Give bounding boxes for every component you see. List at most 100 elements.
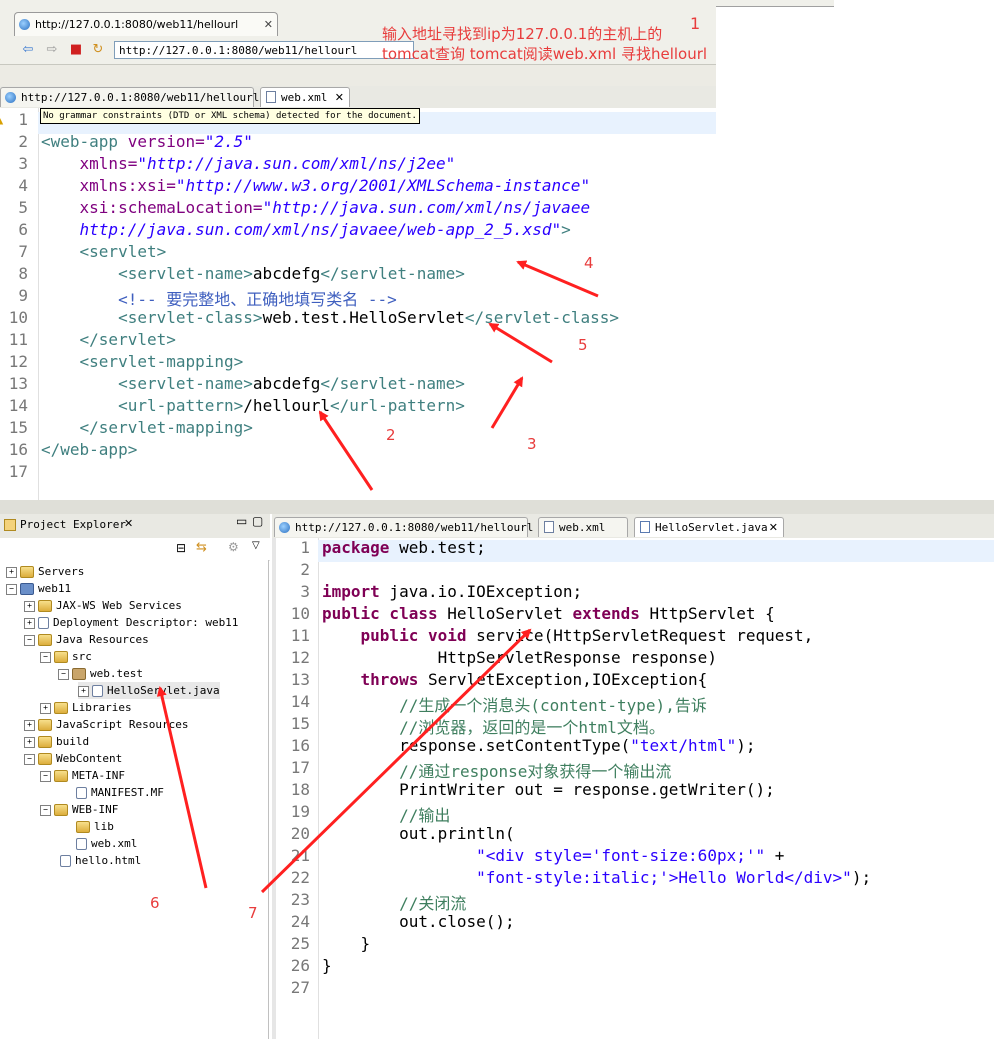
line-number: 7 <box>18 242 28 261</box>
close-icon[interactable]: ✕ <box>124 517 133 530</box>
tree-item[interactable]: + build <box>24 733 89 750</box>
expand-icon[interactable]: + <box>40 702 51 714</box>
editor-tab-web-xml[interactable]: web.xml <box>538 517 628 537</box>
code-token: import <box>322 582 380 601</box>
tree-item[interactable]: − WEB-INF <box>40 801 118 818</box>
collapse-icon[interactable]: − <box>40 770 51 782</box>
stop-icon[interactable]: ■ <box>68 42 84 58</box>
collapse-icon[interactable]: − <box>24 634 35 646</box>
tooltip: No grammar constraints (DTD or XML schem… <box>40 108 420 124</box>
expand-icon[interactable]: + <box>24 719 35 731</box>
line-number: 21 <box>290 846 310 865</box>
line-number: 14 <box>290 692 310 711</box>
line-number: 16 <box>290 736 310 755</box>
line-number: 3 <box>300 582 310 601</box>
line-number: 9 <box>18 286 28 305</box>
collapse-icon[interactable]: − <box>40 804 51 816</box>
code-token: "text/html" <box>630 736 737 755</box>
collapse-icon[interactable]: − <box>40 651 51 663</box>
code-line: http://java.sun.com/xml/ns/javaee/web-ap… <box>41 220 571 239</box>
editor-tab-browser[interactable]: http://127.0.0.1:8080/web11/hellourl <box>274 517 533 537</box>
folder-icon <box>38 736 52 748</box>
line-number: 13 <box>290 670 310 689</box>
line-number: 16 <box>8 440 28 459</box>
tree-item[interactable]: MANIFEST.MF <box>62 784 164 801</box>
code-token: <servlet-name> <box>41 374 253 393</box>
minimize-icon[interactable]: ▭ <box>236 514 247 528</box>
code-line: <servlet-name>abcdefg</servlet-name> <box>41 374 465 393</box>
tree-item[interactable]: − web11 <box>6 580 71 597</box>
folder-icon <box>76 821 90 833</box>
collapse-icon[interactable]: − <box>24 753 35 765</box>
tree-item[interactable]: + Libraries <box>40 699 132 716</box>
tree-item[interactable]: + Servers <box>6 563 84 580</box>
expand-icon[interactable]: + <box>24 736 35 748</box>
line-number: 27 <box>290 978 310 997</box>
code-token: <servlet-name> <box>41 264 253 283</box>
code-line: </servlet-mapping> <box>41 418 253 437</box>
editor-tab-web-xml[interactable]: web.xml ✕ <box>260 87 350 107</box>
address-input[interactable]: http://127.0.0.1:8080/web11/hellourl <box>114 41 414 59</box>
code-token: } <box>322 934 371 953</box>
tree-item-label: build <box>56 735 90 748</box>
code-line: xsi:schemaLocation="http://java.sun.com/… <box>41 198 591 217</box>
code-token: "<div style='font-size:60px;'" <box>476 846 766 865</box>
code-token: <!-- 要完整地、正确地填写类名 --> <box>41 290 397 309</box>
back-icon[interactable]: ⇦ <box>20 42 36 58</box>
expand-icon[interactable]: + <box>6 566 17 578</box>
tree-item[interactable]: − web.test <box>58 665 143 682</box>
filter-icon[interactable]: ⚙ <box>228 540 239 554</box>
tree-item[interactable]: − Java Resources <box>24 631 149 648</box>
tree-item-label: web.xml <box>91 837 138 850</box>
line-number: 13 <box>8 374 28 393</box>
close-icon[interactable]: ✕ <box>769 518 778 538</box>
code-line: <servlet-class>web.test.HelloServlet</se… <box>41 308 619 327</box>
code-token: </servlet-mapping> <box>41 418 253 437</box>
tree-item[interactable]: + JAX-WS Web Services <box>24 597 182 614</box>
code-line: public class HelloServlet extends HttpSe… <box>322 604 775 623</box>
code-token: abcdefg <box>252 374 321 393</box>
code-token: HttpServlet { <box>639 604 775 623</box>
expand-icon[interactable]: + <box>78 685 89 697</box>
code-line: <servlet> <box>41 242 167 261</box>
tree-item[interactable]: + JavaScript Resources <box>24 716 188 733</box>
collapse-icon[interactable]: − <box>58 668 69 680</box>
tree-item[interactable]: − src <box>40 648 92 665</box>
collapse-icon[interactable]: − <box>6 583 17 595</box>
tree-item-label: src <box>72 650 92 663</box>
tree-item[interactable]: − WebContent <box>24 750 122 767</box>
tree-item[interactable]: − META-INF <box>40 767 125 784</box>
tree-item[interactable]: hello.html <box>46 852 141 869</box>
folder-icon <box>54 702 68 714</box>
forward-icon[interactable]: ⇨ <box>44 42 60 58</box>
code-token: package <box>322 538 390 557</box>
tree-item[interactable]: web.xml <box>62 835 137 852</box>
code-token: web.test; <box>389 538 486 557</box>
maximize-icon[interactable]: ▢ <box>252 514 263 528</box>
annotation-text: 输入地址寻找到ip为127.0.0.1的主机上的 tomcat查询 tomcat… <box>382 24 707 64</box>
close-icon[interactable]: ✕ <box>335 88 344 108</box>
tree-item[interactable]: lib <box>62 818 114 835</box>
view-menu-icon[interactable]: ▽ <box>252 540 260 551</box>
code-token: } <box>322 956 332 975</box>
browser-tab[interactable]: http://127.0.0.1:8080/web11/hellourl ✕ <box>14 12 278 36</box>
editor-tab-browser[interactable]: http://127.0.0.1:8080/web11/hellourl <box>0 87 259 107</box>
code-line: <url-pattern>/hellourl</url-pattern> <box>41 396 465 415</box>
tree-item[interactable]: + Deployment Descriptor: web11 <box>24 614 238 631</box>
line-number: 11 <box>8 330 28 349</box>
link-editor-icon[interactable]: ⇆ <box>196 540 207 555</box>
code-line: </web-app> <box>41 440 137 459</box>
code-token: public void <box>322 626 467 645</box>
line-number: 6 <box>18 220 28 239</box>
code-token: //输出 <box>322 806 451 825</box>
collapse-all-icon[interactable]: ⊟ <box>176 541 186 555</box>
code-line: } <box>322 956 332 975</box>
expand-icon[interactable]: + <box>24 600 35 612</box>
expand-icon[interactable]: + <box>24 617 35 629</box>
tree-item-label: WEB-INF <box>72 803 119 816</box>
close-icon[interactable]: ✕ <box>264 13 273 36</box>
editor-tab-helloservlet[interactable]: HelloServlet.java ✕ <box>634 517 784 537</box>
refresh-icon[interactable]: ↻ <box>90 42 106 58</box>
code-token: <servlet> <box>41 242 167 261</box>
tree-item[interactable]: + HelloServlet.java <box>78 682 220 699</box>
